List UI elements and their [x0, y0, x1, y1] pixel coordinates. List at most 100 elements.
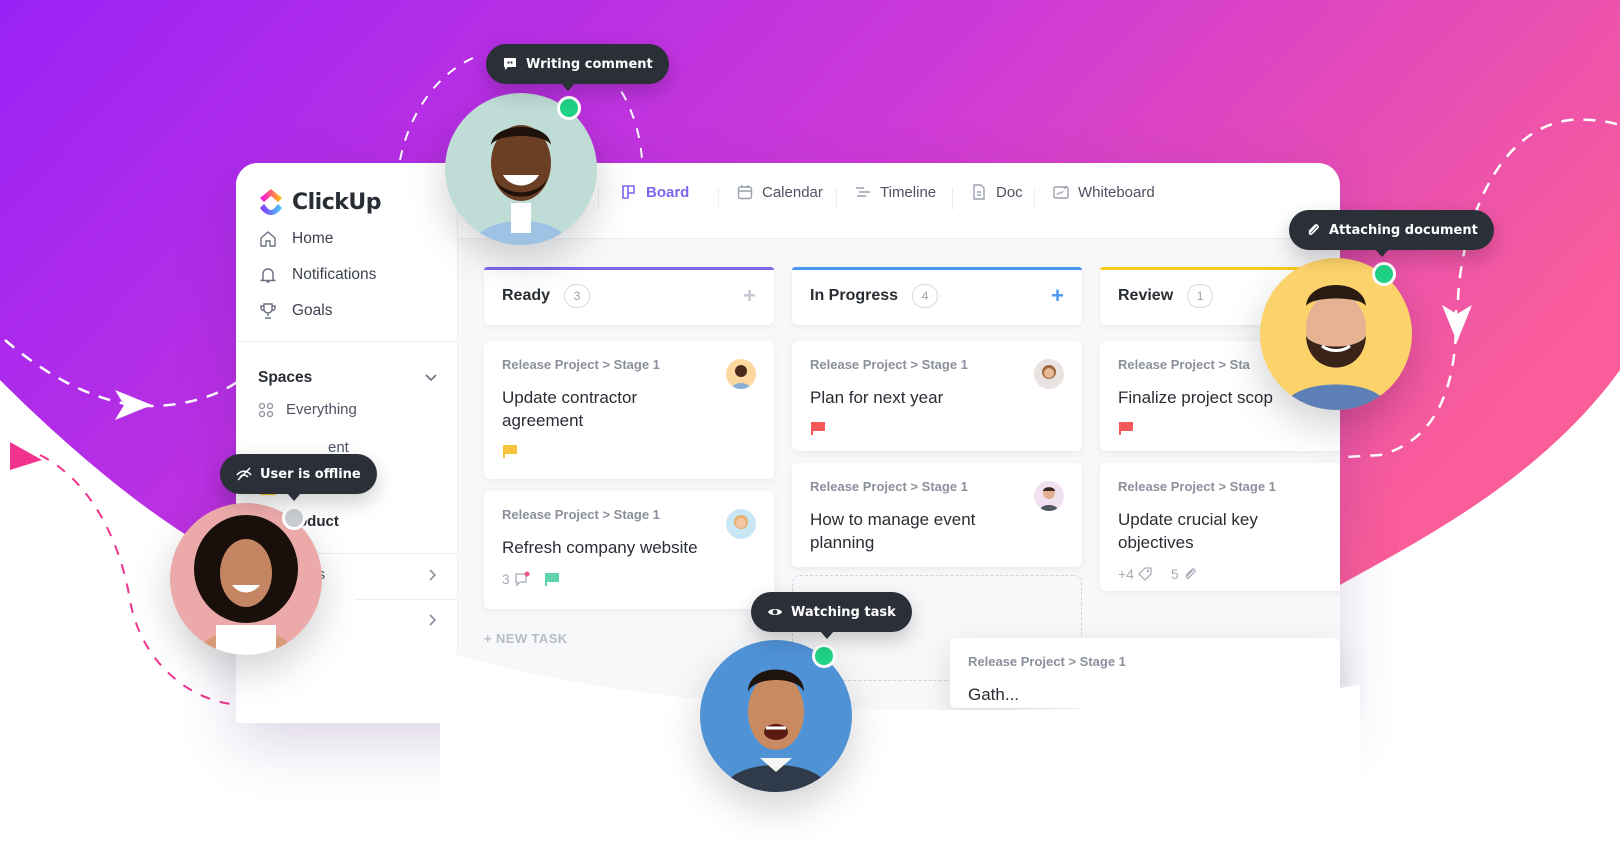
- online-status-dot: [557, 96, 581, 120]
- spaces-header[interactable]: Spaces: [258, 369, 438, 387]
- comment-icon: [504, 58, 516, 70]
- priority-flag-icon[interactable]: [1118, 421, 1134, 435]
- online-status-dot: [812, 644, 836, 668]
- card-title: Update contractor agreement: [502, 388, 638, 430]
- tag-icon: [1138, 567, 1152, 581]
- comment-count-value: 3: [502, 571, 510, 587]
- task-card[interactable]: Release Project > Stage 1 Plan for next …: [792, 341, 1082, 451]
- assignee-avatar[interactable]: [1034, 481, 1064, 511]
- tab-separator: [598, 188, 599, 210]
- assignee-avatar[interactable]: [726, 359, 756, 389]
- card-path: Release Project > Stage 1: [810, 357, 968, 372]
- online-status-dot: [1372, 262, 1396, 286]
- bell-icon: [259, 268, 277, 283]
- nav-home[interactable]: Home: [258, 229, 333, 249]
- tooltip-writing-comment: Writing comment: [486, 44, 669, 84]
- chevron-right-icon: [429, 568, 437, 581]
- tooltip-text: Writing comment: [526, 56, 653, 72]
- tab-calendar-label: Calendar: [762, 183, 823, 201]
- whiteboard-icon: [1053, 185, 1069, 199]
- tooltip-watching-task: Watching task: [751, 592, 912, 632]
- clickup-logo-icon: [260, 189, 282, 215]
- brand-name: ClickUp: [292, 189, 382, 215]
- column-title: In Progress: [810, 287, 899, 304]
- card-meta: [502, 444, 756, 458]
- column-title: Review: [1118, 287, 1174, 304]
- space-everything[interactable]: Everything: [258, 401, 357, 418]
- tooltip-text: Watching task: [791, 604, 896, 620]
- comment-count[interactable]: 3: [502, 571, 530, 587]
- paperclip-icon: [1185, 568, 1196, 579]
- tab-whiteboard[interactable]: Whiteboard: [1052, 183, 1155, 201]
- task-card[interactable]: Release Project > Stage 1 Refresh compan…: [484, 491, 774, 609]
- card-path: Release Project > Stage 1: [502, 507, 660, 522]
- task-card[interactable]: Release Project > Stage 1 How to manage …: [792, 463, 1082, 567]
- comment-icon: [515, 571, 530, 587]
- card-title: Refresh company website: [502, 538, 698, 557]
- card-meta: 3: [502, 571, 756, 587]
- card-meta: +4 5: [1118, 566, 1340, 582]
- tooltip-text: User is offline: [260, 466, 361, 482]
- tab-board-label: Board: [646, 183, 690, 201]
- priority-flag-icon[interactable]: [810, 421, 826, 435]
- assignee-avatar[interactable]: [726, 509, 756, 539]
- add-task-button[interactable]: +: [1051, 283, 1064, 309]
- assignee-avatar[interactable]: [1034, 359, 1064, 389]
- tag-count[interactable]: +4: [1118, 566, 1153, 582]
- add-task-button[interactable]: +: [743, 283, 756, 309]
- tab-board[interactable]: Board: [620, 183, 689, 201]
- task-card[interactable]: Release Project > Stage 1 Update contrac…: [484, 341, 774, 479]
- tab-doc-label: Doc: [996, 183, 1023, 201]
- nav-goals-label: Goals: [292, 302, 333, 319]
- tab-separator: [718, 188, 719, 210]
- column-count: 4: [912, 284, 939, 308]
- sidebar-divider: [236, 341, 458, 342]
- chevron-down-icon[interactable]: [424, 373, 438, 383]
- background-wave: [440, 650, 1360, 860]
- tab-whiteboard-label: Whiteboard: [1078, 183, 1155, 201]
- attachment-count-value: 5: [1170, 566, 1179, 582]
- card-title: Plan for next year: [810, 388, 944, 407]
- tab-separator: [836, 188, 837, 210]
- nav-home-label: Home: [292, 230, 334, 247]
- tab-timeline[interactable]: Timeline: [854, 183, 936, 201]
- home-icon: [260, 231, 276, 247]
- nav-notifications-label: Notifications: [292, 266, 377, 283]
- offline-icon: [236, 467, 252, 481]
- column-count: 1: [1187, 284, 1214, 308]
- card-title: How to manage event planning: [810, 510, 976, 552]
- card-title: Update crucial key objectives: [1118, 510, 1258, 552]
- attachment-count[interactable]: 5: [1171, 566, 1198, 582]
- card-path: Release Project > Stage 1: [1118, 479, 1276, 494]
- eye-icon: [768, 609, 782, 615]
- nav-goals[interactable]: Goals: [258, 301, 333, 321]
- spaces-label: Spaces: [258, 369, 313, 386]
- tab-calendar[interactable]: Calendar: [736, 183, 823, 201]
- tab-timeline-label: Timeline: [880, 183, 937, 201]
- column-header-ready[interactable]: Ready 3 +: [484, 267, 774, 325]
- clickup-logo[interactable]: ClickUp: [258, 187, 382, 217]
- tab-separator: [952, 188, 953, 210]
- column-count: 3: [564, 284, 591, 308]
- priority-flag-icon[interactable]: [502, 444, 518, 458]
- doc-icon: [973, 184, 985, 200]
- tab-doc[interactable]: Doc: [970, 183, 1023, 201]
- task-card[interactable]: Release Project > Stage 1 Update crucial…: [1100, 463, 1340, 591]
- calendar-icon: [737, 185, 753, 200]
- tooltip-text: Attaching document: [1329, 222, 1478, 238]
- priority-flag-icon[interactable]: [544, 572, 560, 586]
- timeline-icon: [856, 187, 870, 197]
- offline-status-dot: [282, 506, 306, 530]
- tooltip-attaching-document: Attaching document: [1289, 210, 1494, 250]
- space-everything-label: Everything: [286, 401, 357, 418]
- sidebar-divider: [356, 599, 458, 600]
- sidebar-section[interactable]: [296, 613, 438, 627]
- card-path: Release Project > Stage 1: [810, 479, 968, 494]
- nav-notifications[interactable]: Notifications: [258, 265, 376, 285]
- card-meta: [810, 421, 1064, 435]
- arrow-pink: [10, 442, 42, 470]
- chevron-right-icon: [429, 614, 437, 626]
- column-header-in-progress[interactable]: In Progress 4 +: [792, 267, 1082, 325]
- trophy-icon: [260, 303, 276, 319]
- column-title: Ready: [502, 287, 551, 304]
